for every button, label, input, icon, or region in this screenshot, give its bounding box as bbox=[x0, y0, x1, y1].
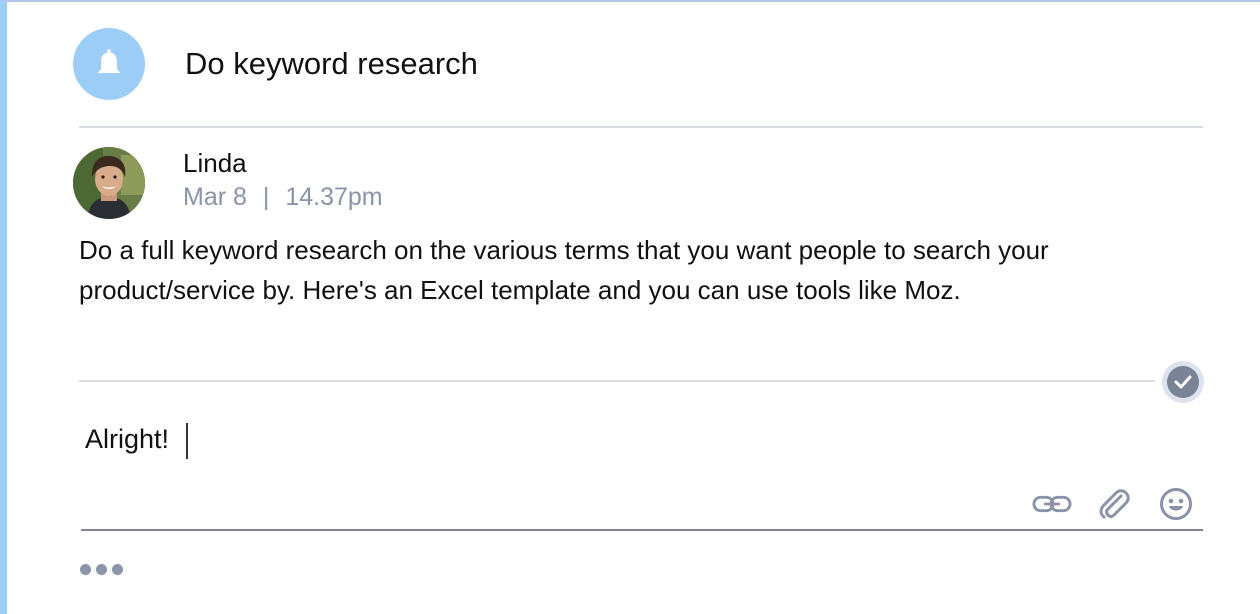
task-header: Do keyword research bbox=[73, 28, 478, 100]
reply-tools bbox=[1032, 486, 1196, 522]
reply-underline bbox=[81, 529, 1203, 531]
text-caret bbox=[186, 423, 188, 459]
link-icon[interactable] bbox=[1032, 486, 1072, 522]
comment-divider bbox=[79, 380, 1155, 382]
task-card: Do keyword research Linda Mar 8 | 14.37p… bbox=[0, 0, 1260, 614]
emoji-icon[interactable] bbox=[1156, 486, 1196, 522]
comment-text: Do a full keyword research on the variou… bbox=[79, 235, 1049, 305]
more-dots-icon[interactable] bbox=[80, 564, 123, 575]
comment-date: Mar 8 bbox=[183, 183, 247, 211]
task-title: Do keyword research bbox=[185, 46, 478, 81]
comment-meta: Mar 8 | 14.37pm bbox=[183, 183, 383, 212]
dot bbox=[96, 564, 107, 575]
comment-author: Linda bbox=[183, 148, 247, 178]
check-icon[interactable] bbox=[1162, 361, 1204, 403]
avatar[interactable] bbox=[73, 147, 145, 219]
dot bbox=[112, 564, 123, 575]
check-circle bbox=[1167, 366, 1199, 398]
paperclip-icon[interactable] bbox=[1094, 486, 1134, 522]
reply-input[interactable] bbox=[83, 416, 1201, 462]
bell-icon[interactable] bbox=[73, 28, 145, 100]
dot bbox=[80, 564, 91, 575]
comment-time: 14.37pm bbox=[285, 183, 383, 211]
meta-separator: | bbox=[262, 183, 270, 211]
header-divider bbox=[79, 126, 1203, 128]
